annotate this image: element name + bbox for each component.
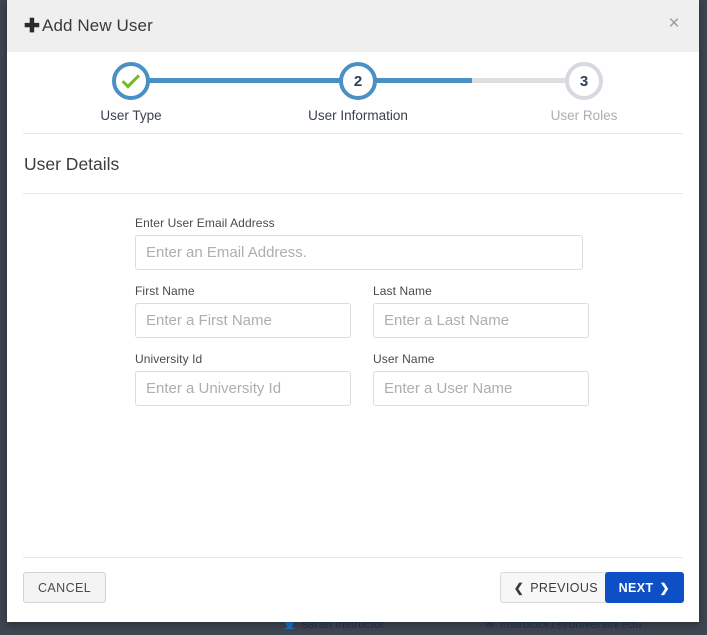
last-name-field[interactable] [373,303,589,338]
form-row-names: First Name Last Name [135,284,699,338]
field-user-name: User Name [373,352,589,406]
email-label: Enter User Email Address [135,216,275,230]
university-id-label: University Id [135,352,203,366]
last-name-label: Last Name [373,284,432,298]
stepper-step-user-information[interactable]: 2 User Information [288,62,428,123]
next-button[interactable]: NEXT ❯ [604,572,684,603]
add-new-user-modal: ✚ Add New User × User Type 2 User Informa… [7,0,699,622]
previous-button-label: PREVIOUS [530,580,598,595]
stepper-step-user-roles[interactable]: 3 User Roles [514,62,654,123]
stepper-step-2-label: User Information [308,108,408,123]
next-button-label: NEXT [618,580,654,595]
first-name-label: First Name [135,284,195,298]
stepper-step-2-circle: 2 [339,62,377,100]
modal-body: User Details Enter User Email Address Fi… [7,134,699,557]
stepper-step-3-label: User Roles [550,108,618,123]
field-university-id: University Id [135,352,351,406]
modal-footer: CANCEL ❮ PREVIOUS NEXT ❯ [7,558,699,622]
modal-header: ✚ Add New User × [7,0,699,52]
cancel-button[interactable]: CANCEL [23,572,107,603]
university-id-field[interactable] [135,371,351,406]
plus-icon: ✚ [24,16,41,37]
field-last-name: Last Name [373,284,589,338]
email-field[interactable] [135,235,583,270]
form-row-email: Enter User Email Address [135,216,699,270]
user-details-form: Enter User Email Address First Name Last… [7,194,699,406]
section-title: User Details [24,154,120,174]
user-name-field[interactable] [373,371,589,406]
stepper-step-3-circle: 3 [565,62,603,100]
chevron-right-icon: ❯ [659,580,670,595]
form-row-ids: University Id User Name [135,352,699,406]
modal-title-text: Add New User [42,16,153,35]
check-icon [121,69,140,89]
previous-button[interactable]: ❮ PREVIOUS [499,572,612,603]
user-name-label: User Name [373,352,435,366]
close-icon[interactable]: × [663,13,685,35]
stepper-step-user-type[interactable]: User Type [61,62,201,123]
first-name-field[interactable] [135,303,351,338]
field-email: Enter User Email Address [135,216,583,270]
field-first-name: First Name [135,284,351,338]
chevron-left-icon: ❮ [513,580,525,595]
stepper-step-1-label: User Type [100,108,162,123]
stepper-step-1-circle [112,62,150,100]
wizard-stepper: User Type 2 User Information 3 User Role… [7,52,699,133]
page-title: ✚ Add New User [24,15,153,38]
